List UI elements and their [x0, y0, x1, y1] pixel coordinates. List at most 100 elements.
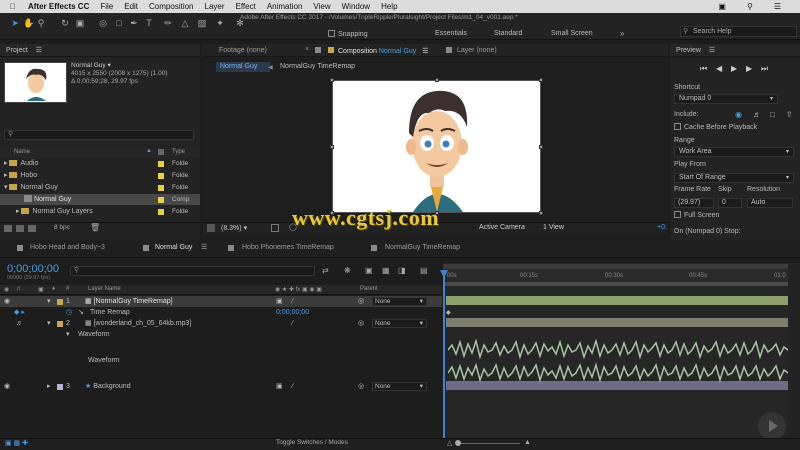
zoom-out-icon[interactable]: △	[447, 439, 452, 447]
menu-app[interactable]: After Effects CC	[28, 2, 89, 11]
pen-tool-icon[interactable]: ✒	[129, 18, 139, 28]
time-ruler[interactable]: 00s 00:15s 00:30s 00:45s 01:0	[443, 270, 788, 282]
pan-behind-tool-icon[interactable]: ◎	[98, 18, 108, 28]
hide-shy-icon[interactable]: ▣	[365, 266, 373, 275]
workspace-more-icon[interactable]: »	[620, 29, 624, 38]
export-icon[interactable]: ⇧	[786, 110, 793, 119]
new-folder-icon[interactable]	[16, 225, 24, 232]
rectangle-tool-icon[interactable]: □	[114, 18, 124, 28]
quality-icon[interactable]: ∕	[292, 381, 293, 392]
menu-help[interactable]: Help	[381, 2, 397, 11]
eye-icon[interactable]: ◉	[4, 296, 10, 307]
zoom-tool-icon[interactable]: ⚲	[36, 18, 46, 28]
layer-name[interactable]: ▦ [wonderland_ch_05_64kb.mp3]	[85, 318, 191, 329]
camera-dropdown[interactable]: Active Camera	[479, 224, 525, 231]
expand-icon[interactable]: ▸	[4, 172, 8, 179]
views-dropdown[interactable]: 1 View	[543, 224, 564, 231]
layer-lock-icon[interactable]	[446, 47, 452, 53]
quality-icon[interactable]: ∕	[292, 318, 293, 329]
menu-composition[interactable]: Composition	[149, 2, 193, 11]
tab-layer[interactable]: Layer (none)	[457, 47, 497, 54]
include-overlays-icon[interactable]: □	[770, 110, 775, 119]
close-icon[interactable]: ×	[305, 46, 309, 53]
project-item-name[interactable]: Normal Guy ▾	[71, 62, 111, 69]
hand-tool-icon[interactable]: ✋	[23, 18, 34, 28]
layer-property-row[interactable]: ◆ ▸ ◷ ↘ Time Remap 0;00;00;00	[0, 307, 442, 318]
number-column-icon[interactable]: #	[66, 286, 69, 292]
range-dropdown[interactable]: Work Area ▾	[674, 147, 794, 157]
tab-normal-guy[interactable]: Normal Guy	[155, 244, 192, 251]
graph-editor-icon[interactable]: ▤	[420, 266, 428, 275]
airplay-icon[interactable]: ▣	[718, 2, 726, 11]
collapse-icon[interactable]: ▾	[4, 184, 8, 191]
menu-effect[interactable]: Effect	[236, 2, 256, 11]
first-frame-icon[interactable]: ⏮	[700, 64, 707, 74]
timeline-search-input[interactable]	[70, 266, 315, 276]
transform-handle[interactable]	[539, 145, 543, 149]
tab-composition[interactable]: Composition Normal Guy ☰	[338, 47, 428, 55]
include-audio-icon[interactable]: ♬	[753, 110, 761, 119]
label-color[interactable]	[158, 173, 164, 179]
label-column-icon[interactable]: ♦	[52, 286, 55, 292]
keyframe-nav-icon[interactable]: ◆ ▸	[14, 307, 25, 318]
brush-tool-icon[interactable]: ✏	[163, 18, 173, 28]
menu-file[interactable]: File	[100, 2, 113, 11]
video-switch-icon[interactable]: ◉	[4, 286, 9, 293]
project-row[interactable]: ▸ Hobo Folde	[0, 170, 200, 181]
pickwhip-icon[interactable]: ◎	[358, 296, 364, 307]
col-name[interactable]: Name	[14, 149, 30, 155]
transform-handle[interactable]	[539, 211, 543, 215]
label-color[interactable]	[57, 321, 63, 327]
exposure-value[interactable]: +0.	[657, 224, 667, 231]
breadcrumb-normal-guy[interactable]: Normal Guy	[216, 62, 270, 72]
draft-3d-icon[interactable]: ❋	[344, 266, 351, 275]
fullscreen-toggle[interactable]: Full Screen	[674, 211, 719, 219]
new-comp-icon[interactable]	[28, 225, 36, 232]
graph-icon[interactable]: ↘	[78, 307, 84, 318]
layer-name[interactable]: ★ Background	[85, 381, 131, 392]
parent-dropdown[interactable]: None ▾	[372, 319, 427, 328]
col-type[interactable]: Type	[172, 149, 185, 155]
layer-row[interactable]: ◉ ▾ 1 ▦ [NormalGuy TimeRemap] ▣ ∕ ◎ None…	[0, 296, 442, 307]
layer-property-row[interactable]: ▾ Waveform	[0, 329, 442, 340]
tab-hobo-phonemes[interactable]: Hobo Phonemes TimeRemap	[242, 244, 334, 251]
menu-window[interactable]: Window	[342, 2, 370, 11]
project-row[interactable]: ▸ Normal Guy Layers Folde	[0, 206, 200, 217]
eye-icon[interactable]: ◉	[4, 381, 10, 392]
comp-mini-flowchart-icon[interactable]: ⇄	[322, 266, 329, 275]
layer-property-row[interactable]: Waveform	[0, 355, 442, 366]
panel-menu-icon[interactable]: ☰	[422, 48, 428, 55]
prev-frame-icon[interactable]: ◀	[716, 64, 722, 73]
collapse-icon[interactable]: ▾	[47, 318, 51, 329]
workspace-small-screen[interactable]: Small Screen	[551, 30, 593, 37]
tab-hobo-head[interactable]: Hobo Head and Body~3	[30, 244, 105, 251]
interpret-footage-icon[interactable]	[4, 225, 12, 232]
eraser-tool-icon[interactable]: ▨	[197, 18, 207, 28]
switches-icons[interactable]: ◉ ★ ✚ fx ▣ ◉ ▣	[275, 286, 322, 293]
clone-tool-icon[interactable]: △	[180, 18, 190, 28]
shortcut-dropdown[interactable]: Numpad 0 ▾	[674, 94, 778, 104]
label-color[interactable]	[158, 161, 164, 167]
label-color[interactable]	[57, 384, 63, 390]
time-remap-value[interactable]: 0;00;00;00	[276, 307, 309, 318]
video-play-overlay-icon[interactable]	[758, 412, 786, 440]
label-color[interactable]	[57, 299, 63, 305]
expand-switches-icon[interactable]: ▣ ▦ ✚	[5, 439, 28, 447]
timeline-scrollbar[interactable]	[788, 264, 800, 438]
cache-checkbox[interactable]	[674, 123, 681, 130]
audio-switch-icon[interactable]: ♬	[16, 286, 22, 292]
next-frame-icon[interactable]: ▶	[746, 64, 752, 73]
roto-brush-icon[interactable]: ✦	[215, 18, 225, 28]
stopwatch-icon[interactable]: ◷	[66, 307, 72, 318]
sort-icon[interactable]: ▲	[146, 148, 152, 154]
last-frame-icon[interactable]: ⏭	[761, 64, 768, 74]
quality-icon[interactable]: ∕	[292, 296, 293, 307]
layer-bar-2[interactable]	[446, 318, 788, 327]
snapping-checkbox[interactable]	[328, 30, 335, 37]
panel-menu-icon[interactable]: ☰	[709, 47, 715, 54]
col-layer-name[interactable]: Layer Name	[88, 286, 121, 292]
project-search-input[interactable]	[4, 130, 194, 140]
parent-dropdown[interactable]: None ▾	[372, 382, 427, 391]
current-timecode[interactable]: 0;00;00;00	[7, 263, 59, 275]
project-row[interactable]: ▾ Normal Guy Folde	[0, 182, 200, 193]
